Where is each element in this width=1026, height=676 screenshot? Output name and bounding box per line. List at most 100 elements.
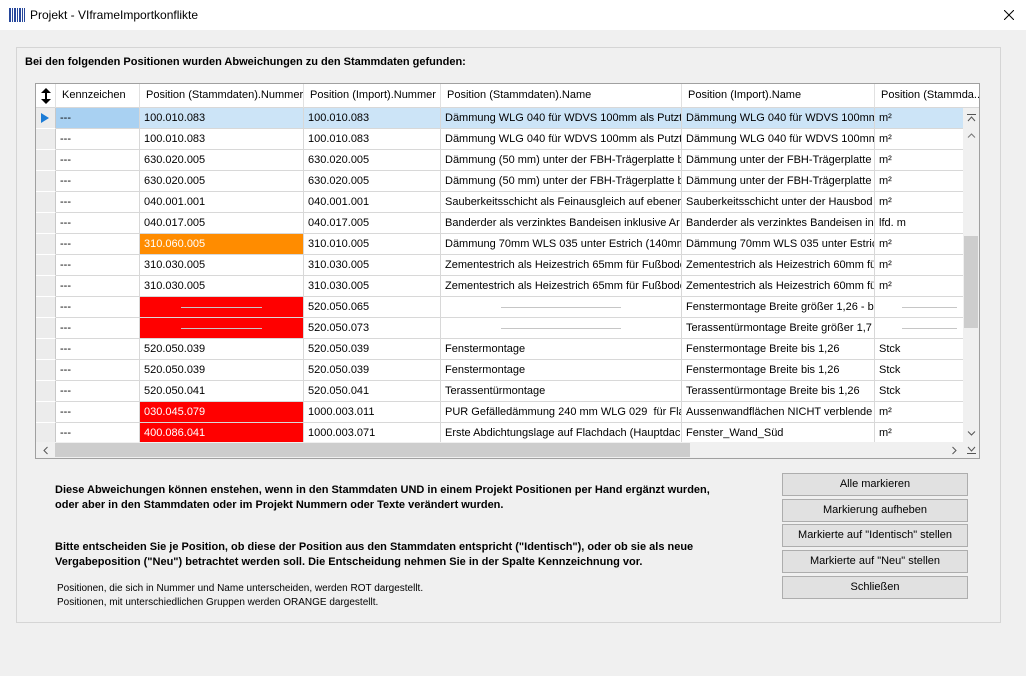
cell-stamm-einheit[interactable]: m²	[875, 150, 963, 171]
cell-stamm-einheit[interactable]: m²	[875, 423, 963, 442]
row-selector[interactable]	[36, 276, 56, 297]
cell-kennzeichen[interactable]: ---	[56, 360, 140, 381]
cell-import-name[interactable]: Sauberkeitsschicht unter der Hausbod	[682, 192, 875, 213]
cell-import-name[interactable]: Zementestrich als Heizestrich 60mm fü	[682, 255, 875, 276]
cell-import-nummer[interactable]: 100.010.083	[304, 129, 441, 150]
set-identical-button[interactable]: Markierte auf "Identisch" stellen	[782, 524, 968, 547]
table-row[interactable]: --- 100.010.083 100.010.083 Dämmung WLG 040…	[36, 108, 963, 129]
cell-stamm-name[interactable]	[441, 297, 682, 318]
cell-import-nummer[interactable]: 520.050.073	[304, 318, 441, 339]
cell-stamm-nummer[interactable]: 520.050.041	[140, 381, 304, 402]
cell-import-name[interactable]: Dämmung unter der FBH-Trägerplatte b	[682, 171, 875, 192]
scroll-to-last-button[interactable]	[963, 442, 979, 458]
cell-import-name[interactable]: Dämmung unter der FBH-Trägerplatte b	[682, 150, 875, 171]
row-selector[interactable]	[36, 234, 56, 255]
table-row[interactable]: --- 030.045.079 1000.003.011 PUR Gefälledäm…	[36, 402, 963, 423]
cell-stamm-einheit[interactable]: m²	[875, 108, 963, 129]
cell-stamm-name[interactable]: Fenstermontage	[441, 339, 682, 360]
table-row[interactable]: --- 520.050.039 520.050.039 Fenstermontage F…	[36, 339, 963, 360]
cell-stamm-einheit[interactable]: lfd. m	[875, 213, 963, 234]
vertical-scrollbar[interactable]	[963, 108, 979, 442]
cell-import-name[interactable]: Terassentürmontage Breite bis 1,26	[682, 381, 875, 402]
row-selector[interactable]	[36, 150, 56, 171]
unmark-button[interactable]: Markierung aufheben	[782, 499, 968, 522]
set-new-button[interactable]: Markierte auf "Neu" stellen	[782, 550, 968, 573]
cell-import-nummer[interactable]: 520.050.041	[304, 381, 441, 402]
row-selector[interactable]	[36, 129, 56, 150]
row-selector[interactable]	[36, 255, 56, 276]
cell-import-nummer[interactable]: 520.050.039	[304, 339, 441, 360]
cell-kennzeichen[interactable]: ---	[56, 276, 140, 297]
cell-stamm-nummer[interactable]: 310.060.005	[140, 234, 304, 255]
column-header-import-nummer[interactable]: Position (Import).Nummer	[304, 84, 441, 108]
table-row[interactable]: --- 520.050.073 Terassentürmontage Breite …	[36, 318, 963, 339]
cell-stamm-nummer[interactable]: 030.045.079	[140, 402, 304, 423]
row-selector[interactable]	[36, 318, 56, 339]
cell-import-name[interactable]: Aussenwandflächen NICHT verblende	[682, 402, 875, 423]
cell-stamm-einheit[interactable]: m²	[875, 402, 963, 423]
cell-import-nummer[interactable]: 630.020.005	[304, 171, 441, 192]
cell-stamm-einheit[interactable]: m²	[875, 255, 963, 276]
cell-stamm-nummer[interactable]: 100.010.083	[140, 129, 304, 150]
cell-stamm-name[interactable]	[441, 318, 682, 339]
cell-import-name[interactable]: Fenstermontage Breite bis 1,26	[682, 360, 875, 381]
cell-stamm-nummer[interactable]	[140, 297, 304, 318]
table-row[interactable]: --- 310.030.005 310.030.005 Zementestrich a…	[36, 255, 963, 276]
cell-stamm-name[interactable]: Sauberkeitsschicht als Feinausgleich auf…	[441, 192, 682, 213]
cell-import-nummer[interactable]: 1000.003.011	[304, 402, 441, 423]
cell-stamm-name[interactable]: Dämmung (50 mm) unter der FBH-Trägerplat…	[441, 150, 682, 171]
cell-kennzeichen[interactable]: ---	[56, 297, 140, 318]
table-row[interactable]: --- 520.050.041 520.050.041 Terassentürmont…	[36, 381, 963, 402]
cell-import-name[interactable]: Zementestrich als Heizestrich 60mm fü	[682, 276, 875, 297]
cell-stamm-einheit[interactable]: Stck	[875, 339, 963, 360]
cell-kennzeichen[interactable]: ---	[56, 192, 140, 213]
cell-import-nummer[interactable]: 630.020.005	[304, 150, 441, 171]
column-header-stamm-nummer[interactable]: Position (Stammdaten).Nummer	[140, 84, 304, 108]
cell-import-name[interactable]: Banderder als verzinktes Bandeisen in	[682, 213, 875, 234]
cell-stamm-nummer[interactable]: 520.050.039	[140, 360, 304, 381]
cell-stamm-name[interactable]: Zementestrich als Heizestrich 65mm für F…	[441, 276, 682, 297]
row-selector[interactable]	[36, 171, 56, 192]
horizontal-scroll-thumb[interactable]	[55, 443, 690, 457]
grid-corner-cell[interactable]	[36, 84, 56, 108]
cell-kennzeichen[interactable]: ---	[56, 150, 140, 171]
cell-stamm-nummer[interactable]: 040.017.005	[140, 213, 304, 234]
cell-stamm-name[interactable]: Banderder als verzinktes Bandeisen inklu…	[441, 213, 682, 234]
cell-stamm-nummer[interactable]: 310.030.005	[140, 276, 304, 297]
cell-stamm-einheit[interactable]: m²	[875, 129, 963, 150]
row-selector[interactable]	[36, 297, 56, 318]
cell-import-nummer[interactable]: 040.017.005	[304, 213, 441, 234]
cell-import-name[interactable]: Dämmung WLG 040 für WDVS 100mm	[682, 108, 875, 129]
cell-kennzeichen[interactable]: ---	[56, 423, 140, 442]
cell-import-nummer[interactable]: 040.001.001	[304, 192, 441, 213]
cell-stamm-name[interactable]: Dämmung (50 mm) unter der FBH-Trägerplat…	[441, 171, 682, 192]
row-selector[interactable]	[36, 423, 56, 442]
cell-stamm-nummer[interactable]: 630.020.005	[140, 150, 304, 171]
cell-stamm-einheit[interactable]: m²	[875, 234, 963, 255]
cell-stamm-einheit[interactable]: Stck	[875, 381, 963, 402]
column-header-kennzeichen[interactable]: Kennzeichen	[56, 84, 140, 108]
cell-stamm-name[interactable]: Fenstermontage	[441, 360, 682, 381]
scroll-down-button[interactable]	[963, 424, 979, 442]
cell-stamm-einheit[interactable]	[875, 318, 963, 339]
cell-stamm-einheit[interactable]: m²	[875, 171, 963, 192]
cell-stamm-nummer[interactable]: 100.010.083	[140, 108, 304, 129]
cell-stamm-nummer[interactable]: 400.086.041	[140, 423, 304, 442]
cell-stamm-name[interactable]: PUR Gefälledämmung 240 mm WLG 029 für Fl…	[441, 402, 682, 423]
row-selector[interactable]	[36, 381, 56, 402]
table-row[interactable]: --- 400.086.041 1000.003.071 Erste Abdichtu…	[36, 423, 963, 442]
cell-kennzeichen[interactable]: ---	[56, 381, 140, 402]
cell-import-nummer[interactable]: 310.030.005	[304, 276, 441, 297]
row-selector[interactable]	[36, 108, 56, 129]
cell-kennzeichen[interactable]: ---	[56, 402, 140, 423]
table-row[interactable]: --- 040.001.001 040.001.001 Sauberkeitsschi…	[36, 192, 963, 213]
cell-import-nummer[interactable]: 520.050.039	[304, 360, 441, 381]
cell-import-name[interactable]: Fenstermontage Breite bis 1,26	[682, 339, 875, 360]
cell-stamm-name[interactable]: Zementestrich als Heizestrich 65mm für F…	[441, 255, 682, 276]
cell-stamm-einheit[interactable]: m²	[875, 276, 963, 297]
table-row[interactable]: --- 310.030.005 310.030.005 Zementestrich a…	[36, 276, 963, 297]
table-row[interactable]: --- 310.060.005 310.010.005 Dämmung 70mm WL…	[36, 234, 963, 255]
cell-stamm-nummer[interactable]: 040.001.001	[140, 192, 304, 213]
cell-kennzeichen[interactable]: ---	[56, 108, 140, 129]
cell-import-nummer[interactable]: 1000.003.071	[304, 423, 441, 442]
